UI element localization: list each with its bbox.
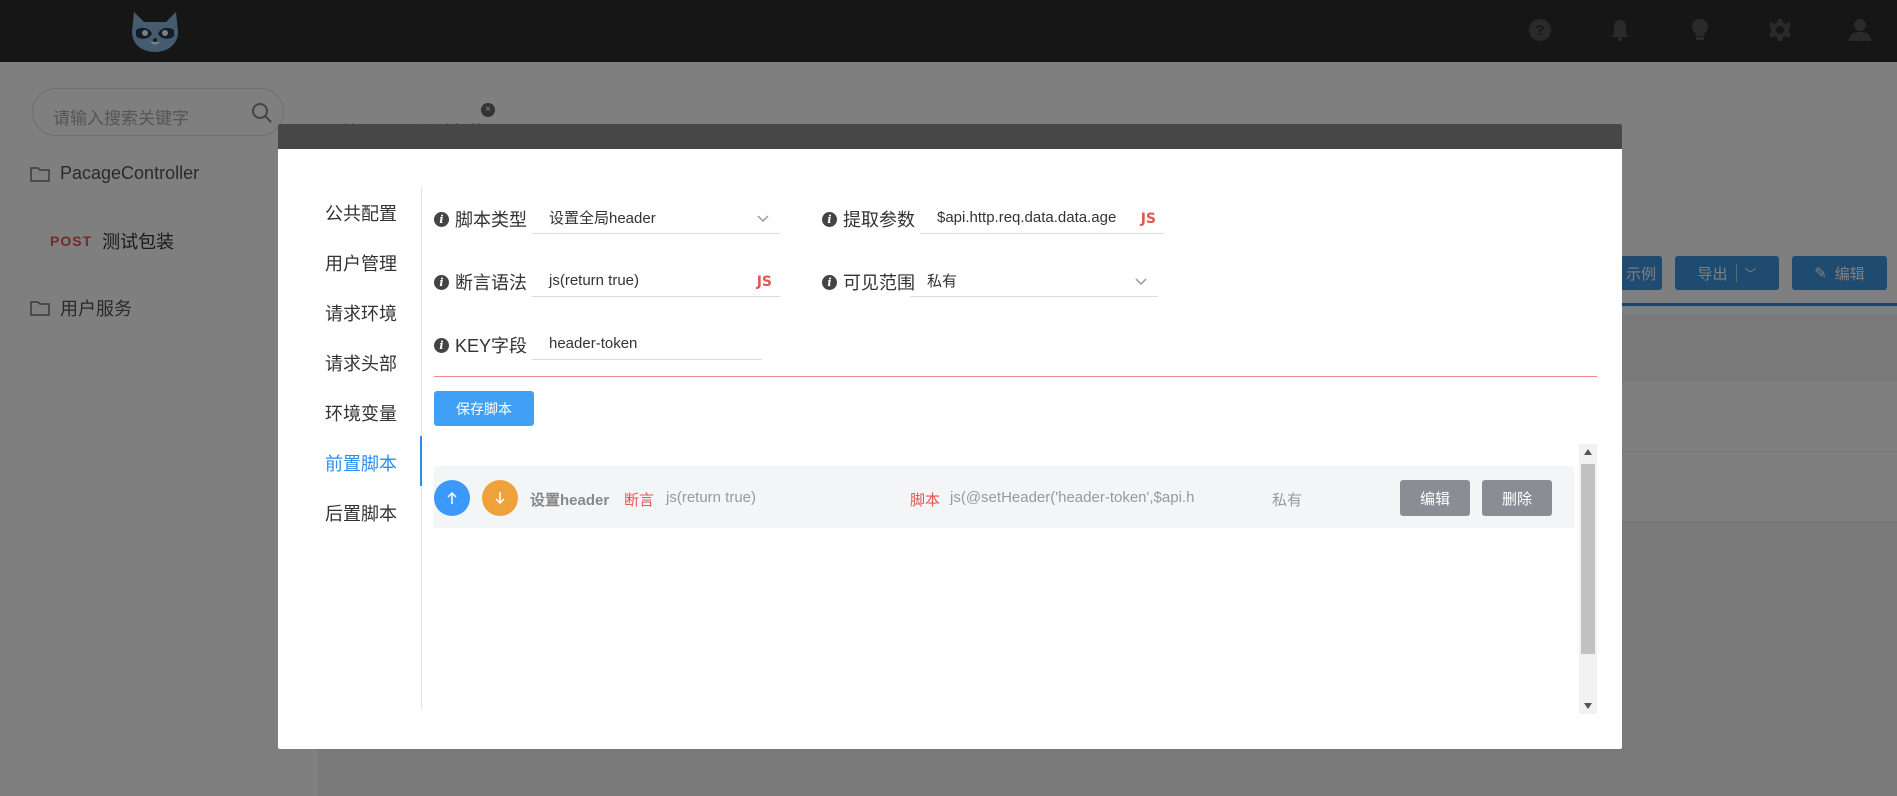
key-field-label: i KEY字段 bbox=[434, 332, 527, 358]
key-field-input[interactable]: header-token bbox=[532, 328, 762, 360]
nav-item-public-config[interactable]: 公共配置 bbox=[325, 200, 397, 226]
assert-value: js(return true) bbox=[666, 489, 757, 506]
save-script-button[interactable]: 保存脚本 bbox=[434, 391, 534, 426]
assert-tag: 断言 bbox=[624, 492, 655, 509]
script-type-select[interactable]: 设置全局header bbox=[532, 202, 780, 234]
chevron-down-icon bbox=[1135, 278, 1147, 286]
extract-param-label: i 提取参数 bbox=[822, 206, 915, 232]
scope-select[interactable]: 私有 bbox=[910, 265, 1158, 297]
js-badge[interactable]: JS bbox=[757, 274, 772, 290]
move-up-button[interactable] bbox=[434, 480, 470, 516]
scroll-up-icon[interactable] bbox=[1579, 444, 1597, 460]
scrollbar-thumb[interactable] bbox=[1581, 464, 1595, 654]
scope-value: 私有 bbox=[1272, 492, 1303, 509]
script-list: 设置header 断言 js(return true) 脚本 js(@setHe… bbox=[434, 444, 1597, 714]
nav-item-pre-script[interactable]: 前置脚本 bbox=[325, 450, 397, 476]
script-name: 设置header bbox=[530, 492, 610, 509]
scroll-down-icon[interactable] bbox=[1579, 698, 1597, 714]
config-modal: 公共配置 用户管理 请求环境 请求头部 环境变量 前置脚本 后置脚本 i 脚本类… bbox=[278, 124, 1622, 749]
info-icon[interactable]: i bbox=[822, 211, 837, 227]
chevron-down-icon bbox=[757, 215, 769, 223]
info-icon[interactable]: i bbox=[822, 274, 837, 290]
nav-item-request-headers[interactable]: 请求头部 bbox=[325, 350, 397, 376]
arrow-up-icon bbox=[447, 491, 457, 504]
assert-syntax-value: js(return true) bbox=[549, 272, 640, 289]
validation-divider bbox=[434, 376, 1597, 377]
key-field-label-text: KEY字段 bbox=[455, 336, 528, 356]
script-type-label-text: 脚本类型 bbox=[455, 210, 527, 230]
edit-script-button[interactable]: 编辑 bbox=[1400, 480, 1470, 516]
list-item[interactable]: 设置header 断言 js(return true) 脚本 js(@setHe… bbox=[434, 466, 1574, 528]
edit-script-label: 编辑 bbox=[1419, 490, 1450, 508]
assert-syntax-input[interactable]: js(return true) JS bbox=[532, 265, 780, 297]
script-type-label: i 脚本类型 bbox=[434, 206, 527, 232]
info-icon[interactable]: i bbox=[434, 211, 449, 227]
extract-param-input[interactable]: $api.http.req.data.data.age JS bbox=[920, 202, 1164, 234]
info-icon[interactable]: i bbox=[434, 337, 449, 353]
scope-value: 私有 bbox=[927, 273, 958, 290]
info-icon[interactable]: i bbox=[434, 274, 449, 290]
delete-script-label: 删除 bbox=[1501, 490, 1532, 508]
modal-header bbox=[278, 124, 1622, 149]
arrow-down-icon bbox=[495, 492, 505, 505]
nav-item-user-management[interactable]: 用户管理 bbox=[325, 250, 397, 276]
extract-param-label-text: 提取参数 bbox=[843, 210, 915, 230]
scrollbar[interactable] bbox=[1579, 444, 1597, 714]
js-badge[interactable]: JS bbox=[1141, 211, 1156, 227]
key-field-value: header-token bbox=[549, 335, 638, 352]
assert-syntax-label-text: 断言语法 bbox=[455, 273, 527, 293]
scope-label: i 可见范围 bbox=[822, 269, 915, 295]
modal-side-nav: 公共配置 用户管理 请求环境 请求头部 环境变量 前置脚本 后置脚本 bbox=[278, 186, 422, 710]
nav-item-post-script[interactable]: 后置脚本 bbox=[325, 500, 397, 526]
script-tag: 脚本 bbox=[910, 492, 941, 509]
scope-label-text: 可见范围 bbox=[843, 273, 915, 293]
nav-item-request-env[interactable]: 请求环境 bbox=[325, 300, 397, 326]
script-type-value: 设置全局header bbox=[549, 210, 656, 227]
nav-item-env-variables[interactable]: 环境变量 bbox=[325, 400, 397, 426]
move-down-button[interactable] bbox=[482, 480, 518, 516]
nav-active-indicator bbox=[420, 436, 422, 486]
assert-syntax-label: i 断言语法 bbox=[434, 269, 527, 295]
extract-param-value: $api.http.req.data.data.age bbox=[937, 209, 1117, 226]
script-value: js(@setHeader('header-token',$api.h bbox=[950, 489, 1195, 506]
delete-script-button[interactable]: 删除 bbox=[1482, 480, 1552, 516]
